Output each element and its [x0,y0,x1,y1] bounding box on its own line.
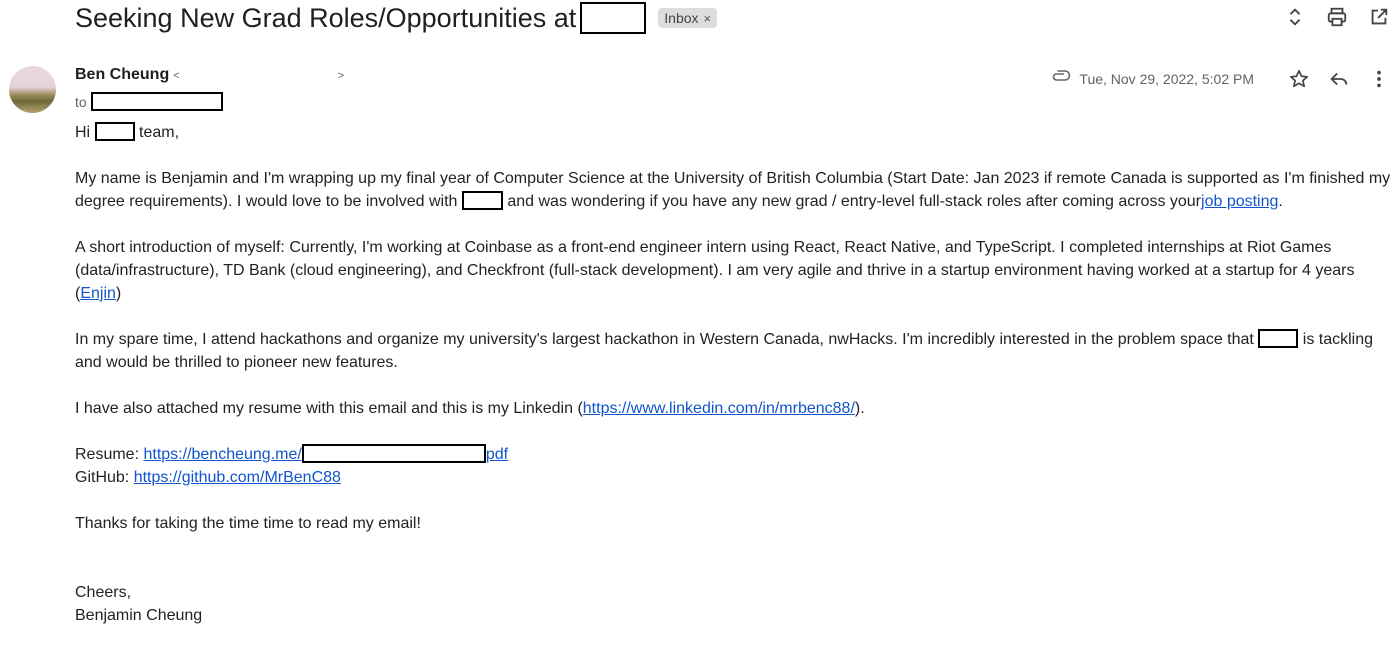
email-subject: Seeking New Grad Roles/Opportunities at [75,2,577,33]
paragraph-linkedin: I have also attached my resume with this… [75,397,1393,420]
redacted-company-name [94,122,135,141]
paragraph-hackathons: In my spare time, I attend hackathons an… [75,328,1393,374]
thread-actions [1282,4,1392,30]
avatar[interactable] [9,66,56,113]
signature-name: Benjamin Cheung [75,607,203,624]
greeting-end: team, [139,124,180,141]
reply-icon[interactable] [1326,66,1352,92]
linkedin-link[interactable]: https://www.linkedin.com/in/mrbenc88/ [583,400,855,417]
to-label: to [75,93,87,110]
star-icon[interactable] [1286,66,1312,92]
greeting-start: Hi [75,124,91,141]
inbox-label-text: Inbox [664,10,699,26]
hackathon-text: In my spare time, I attend hackathons an… [75,331,1254,348]
sender-email-open: < [173,70,180,82]
message-date: Tue, Nov 29, 2022, 5:02 PM [1079,70,1254,87]
experience-end: ) [115,285,122,302]
sender-email-close: > [337,70,345,82]
remove-label-icon[interactable]: × [704,11,712,26]
recipient-row: to [75,92,223,111]
intro-text-cont: and was wondering if you have any new gr… [507,193,1202,210]
expand-collapse-icon[interactable] [1282,4,1308,30]
enjin-link[interactable]: Enjin [80,285,116,302]
message-body: Hi team, My name is Benjamin and I'm wra… [75,121,1393,650]
redacted-resume-path [301,444,486,463]
message-meta: Tue, Nov 29, 2022, 5:02 PM [1049,64,1392,93]
subject-row: Seeking New Grad Roles/Opportunities at … [75,0,718,36]
resume-link-start[interactable]: https://bencheung.me/ [143,446,301,463]
linkedin-end: ). [854,400,865,417]
resume-link[interactable]: https://bencheung.me/pdf [143,444,508,463]
sender-name[interactable]: Ben Cheung [75,66,169,84]
github-link[interactable]: https://github.com/MrBenC88 [134,469,341,486]
signoff: Cheers, Benjamin Cheung [75,581,1393,627]
thanks-line: Thanks for taking the time time to read … [75,515,421,532]
resume-link-end[interactable]: pdf [486,446,508,463]
redacted-company-name [461,191,503,210]
attachment-icon [1049,64,1073,93]
resume-label: Resume: [75,446,140,463]
job-posting-link[interactable]: job posting [1201,193,1278,210]
cheers-text: Cheers, [75,584,132,601]
redacted-company-name [580,2,647,34]
experience-text: A short introduction of myself: Currentl… [75,239,1355,302]
more-vert-icon[interactable] [1366,66,1392,92]
redacted-company-name [1258,329,1299,348]
linkedin-text: I have also attached my resume with this… [75,400,583,417]
sender-row: Ben Cheung < > [75,66,344,84]
paragraph-experience: A short introduction of myself: Currentl… [75,236,1393,305]
paragraph-intro: My name is Benjamin and I'm wrapping up … [75,167,1393,213]
greeting: Hi team, [75,121,1393,144]
print-icon[interactable] [1324,4,1350,30]
links-block: Resume: https://bencheung.me/pdf GitHub:… [75,443,1393,489]
intro-end: . [1278,193,1283,210]
github-label: GitHub: [75,469,130,486]
redacted-recipient[interactable] [90,92,223,111]
open-in-new-window-icon[interactable] [1366,4,1392,30]
inbox-label-chip[interactable]: Inbox × [658,8,718,28]
